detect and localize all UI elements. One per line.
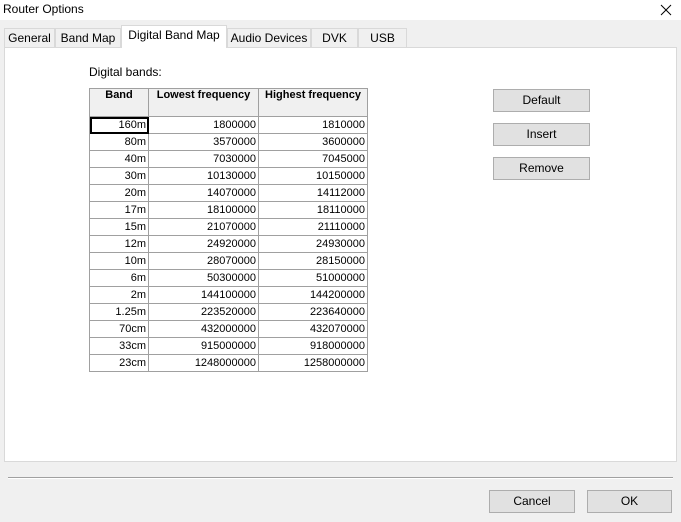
window-title: Router Options (3, 2, 84, 16)
highest-frequency-cell[interactable]: 51000000 (258, 269, 368, 287)
title-bar: Router Options (0, 0, 681, 20)
highest-frequency-cell[interactable]: 10150000 (258, 167, 368, 185)
band-cell[interactable]: 80m (89, 133, 149, 151)
table-row[interactable]: 10m 28070000 28150000 (89, 252, 368, 270)
lowest-frequency-cell[interactable]: 144100000 (148, 286, 259, 304)
lowest-frequency-cell[interactable]: 3570000 (148, 133, 259, 151)
lowest-frequency-cell[interactable]: 7030000 (148, 150, 259, 168)
band-cell[interactable]: 40m (89, 150, 149, 168)
table-row[interactable]: 70cm 432000000 432070000 (89, 320, 368, 338)
lowest-frequency-cell[interactable]: 10130000 (148, 167, 259, 185)
remove-button[interactable]: Remove (493, 157, 590, 180)
highest-frequency-cell[interactable]: 3600000 (258, 133, 368, 151)
highest-frequency-cell[interactable]: 223640000 (258, 303, 368, 321)
table-row[interactable]: 33cm 915000000 918000000 (89, 337, 368, 355)
table-row[interactable]: 40m 7030000 7045000 (89, 150, 368, 168)
band-cell[interactable]: 6m (89, 269, 149, 287)
tab-usb[interactable]: USB (358, 28, 407, 47)
lowest-frequency-cell[interactable]: 915000000 (148, 337, 259, 355)
tab-dvk[interactable]: DVK (311, 28, 358, 47)
digital-bands-table: Band Lowest frequency Highest frequency … (89, 88, 368, 372)
band-cell[interactable]: 30m (89, 167, 149, 185)
table-row[interactable]: 17m 18100000 18110000 (89, 201, 368, 219)
band-cell[interactable]: 160m (89, 116, 149, 134)
column-header-lowest-frequency[interactable]: Lowest frequency (148, 88, 259, 117)
highest-frequency-cell[interactable]: 24930000 (258, 235, 368, 253)
close-button[interactable] (651, 0, 681, 20)
table-row[interactable]: 30m 10130000 10150000 (89, 167, 368, 185)
band-cell[interactable]: 10m (89, 252, 149, 270)
table-row[interactable]: 80m 3570000 3600000 (89, 133, 368, 151)
highest-frequency-cell[interactable]: 14112000 (258, 184, 368, 202)
highest-frequency-cell[interactable]: 432070000 (258, 320, 368, 338)
table-header-row: Band Lowest frequency Highest frequency (89, 88, 368, 117)
band-cell[interactable]: 70cm (89, 320, 149, 338)
table-row[interactable]: 6m 50300000 51000000 (89, 269, 368, 287)
digital-bands-label: Digital bands: (89, 65, 162, 79)
highest-frequency-cell[interactable]: 144200000 (258, 286, 368, 304)
footer-separator (8, 477, 673, 479)
band-cell[interactable]: 17m (89, 201, 149, 219)
table-row[interactable]: 20m 14070000 14112000 (89, 184, 368, 202)
column-header-highest-frequency[interactable]: Highest frequency (258, 88, 368, 117)
highest-frequency-cell[interactable]: 18110000 (258, 201, 368, 219)
band-cell[interactable]: 1.25m (89, 303, 149, 321)
lowest-frequency-cell[interactable]: 24920000 (148, 235, 259, 253)
tab-general[interactable]: General (4, 28, 55, 47)
insert-button[interactable]: Insert (493, 123, 590, 146)
table-row[interactable]: 12m 24920000 24930000 (89, 235, 368, 253)
lowest-frequency-cell[interactable]: 223520000 (148, 303, 259, 321)
band-cell[interactable]: 2m (89, 286, 149, 304)
close-icon (660, 4, 672, 16)
default-button[interactable]: Default (493, 89, 590, 112)
lowest-frequency-cell[interactable]: 21070000 (148, 218, 259, 236)
ok-button[interactable]: OK (587, 490, 672, 513)
lowest-frequency-cell[interactable]: 1800000 (148, 116, 259, 134)
highest-frequency-cell[interactable]: 918000000 (258, 337, 368, 355)
highest-frequency-cell[interactable]: 1810000 (258, 116, 368, 134)
band-cell[interactable]: 23cm (89, 354, 149, 372)
lowest-frequency-cell[interactable]: 1248000000 (148, 354, 259, 372)
band-cell[interactable]: 33cm (89, 337, 149, 355)
lowest-frequency-cell[interactable]: 18100000 (148, 201, 259, 219)
band-cell[interactable]: 15m (89, 218, 149, 236)
table-row[interactable]: 15m 21070000 21110000 (89, 218, 368, 236)
highest-frequency-cell[interactable]: 21110000 (258, 218, 368, 236)
tab-band-map[interactable]: Band Map (55, 28, 121, 47)
highest-frequency-cell[interactable]: 1258000000 (258, 354, 368, 372)
lowest-frequency-cell[interactable]: 28070000 (148, 252, 259, 270)
lowest-frequency-cell[interactable]: 50300000 (148, 269, 259, 287)
table-row[interactable]: 23cm 1248000000 1258000000 (89, 354, 368, 372)
column-header-band[interactable]: Band (89, 88, 149, 117)
tab-audio-devices[interactable]: Audio Devices (227, 28, 311, 47)
lowest-frequency-cell[interactable]: 14070000 (148, 184, 259, 202)
highest-frequency-cell[interactable]: 7045000 (258, 150, 368, 168)
table-row[interactable]: 1.25m 223520000 223640000 (89, 303, 368, 321)
band-cell[interactable]: 12m (89, 235, 149, 253)
band-cell[interactable]: 20m (89, 184, 149, 202)
lowest-frequency-cell[interactable]: 432000000 (148, 320, 259, 338)
cancel-button[interactable]: Cancel (489, 490, 575, 513)
table-row[interactable]: 2m 144100000 144200000 (89, 286, 368, 304)
table-row[interactable]: 160m 1800000 1810000 (89, 116, 368, 134)
tab-digital-band-map[interactable]: Digital Band Map (121, 25, 227, 48)
highest-frequency-cell[interactable]: 28150000 (258, 252, 368, 270)
